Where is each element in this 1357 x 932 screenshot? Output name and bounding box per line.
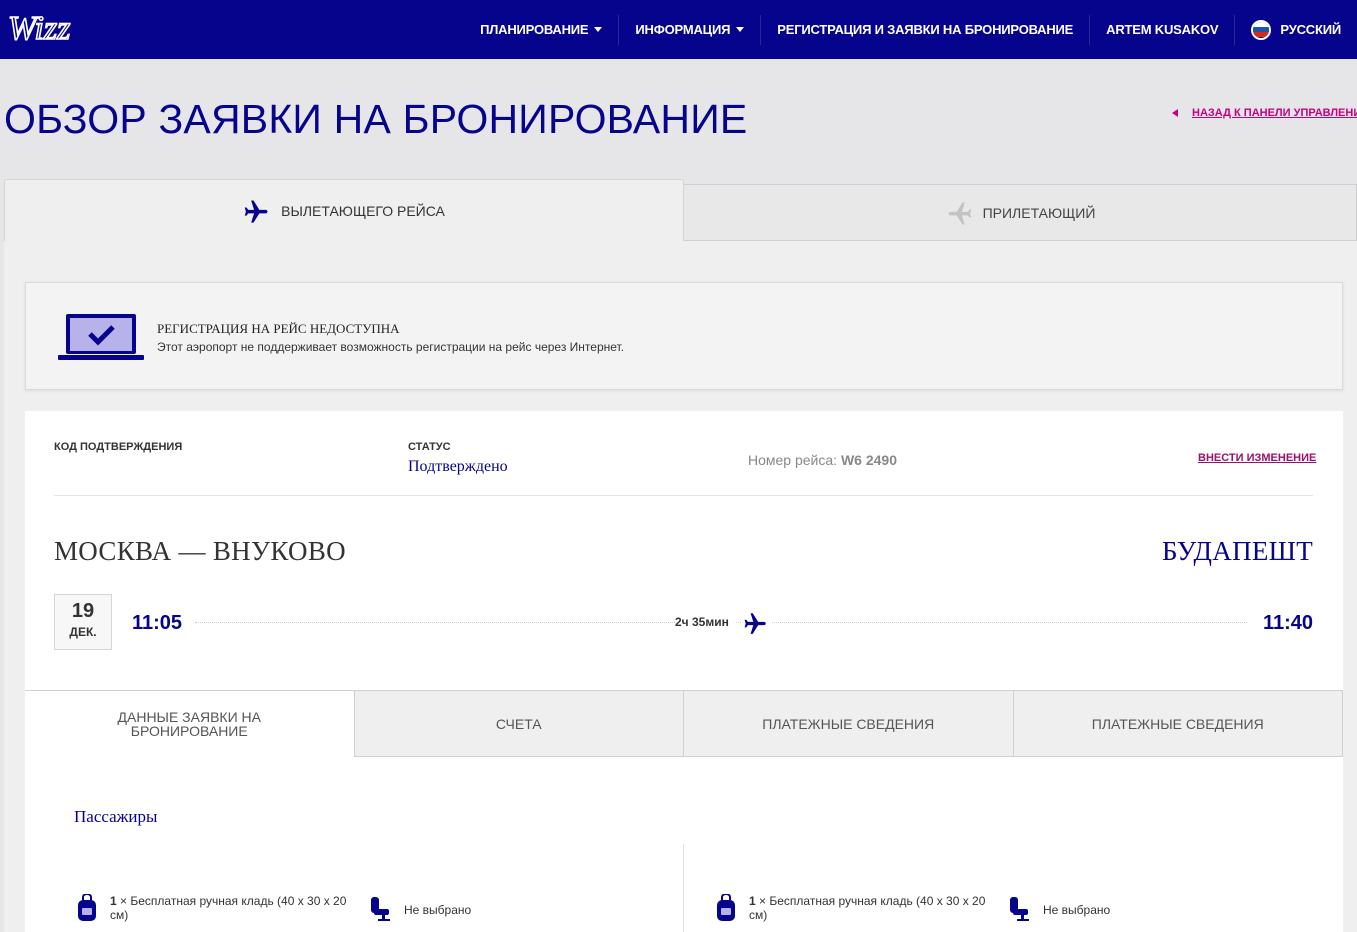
divider [683, 844, 684, 932]
back-link-label: НАЗАД К ПАНЕЛИ УПРАВЛЕНИЯ [1192, 107, 1357, 119]
tab-invoices-label: СЧЕТА [495, 715, 542, 732]
arrival-time: 11:40 [1262, 612, 1313, 634]
status-label: СТАТУС [408, 441, 451, 453]
passenger-services: 1 × Бесплатная ручная кладь (40 x 30 x 2… [715, 894, 1110, 922]
back-to-dashboard-link[interactable]: НАЗАД К ПАНЕЛИ УПРАВЛЕНИЯ [1172, 107, 1357, 119]
passengers-title: Пассажиры [74, 807, 158, 826]
backpack-icon [717, 894, 735, 921]
nav-planning[interactable]: ПЛАНИРОВАНИЕ [464, 14, 620, 45]
nav-planning-label: ПЛАНИРОВАНИЕ [480, 22, 589, 37]
tab-payment-details-2[interactable]: ПЛАТЕЖНЫЕ СВЕДЕНИЯ [1013, 690, 1343, 757]
seat-selection-text: Не выбрано [1043, 903, 1111, 917]
flight-number-value: W6 2490 [840, 452, 897, 468]
language-selector[interactable]: РУССКИЙ [1235, 15, 1357, 45]
wizz-logo[interactable]: Wizz [8, 8, 90, 48]
chevron-left-icon [1172, 109, 1178, 117]
nav-info[interactable]: ИНФОРМАЦИЯ [619, 14, 762, 45]
tab-booking-data[interactable]: ДАННЫЕ ЗАЯВКИ НА БРОНИРОВАНИЕ [25, 690, 355, 757]
notice-title: РЕГИСТРАЦИЯ НА РЕЙС НЕДОСТУПНА [157, 321, 400, 336]
date-day: 19 [71, 600, 95, 622]
cabin-bag-text: 1 × Бесплатная ручная кладь (40 x 30 x 2… [110, 894, 362, 922]
tab-outbound-label: ВЫЛЕТАЮЩЕГО РЕЙСА [281, 202, 445, 219]
flight-number-label: Номер рейса: [748, 452, 838, 468]
nav-checkin-bookings[interactable]: РЕГИСТРАЦИЯ И ЗАЯВКИ НА БРОНИРОВАНИЕ [761, 14, 1091, 45]
notice-text: Этот аэропорт не поддерживает возможност… [157, 340, 625, 354]
tab-invoices[interactable]: СЧЕТА [354, 690, 684, 757]
status-value: Подтверждено [408, 458, 508, 475]
chevron-down-icon [736, 27, 745, 32]
checkin-unavailable-notice: РЕГИСТРАЦИЯ НА РЕЙС НЕДОСТУПНА Этот аэро… [25, 282, 1343, 390]
airplane-icon [741, 610, 771, 636]
russia-flag-icon [1251, 19, 1272, 40]
cabin-bag-text: 1 × Бесплатная ручная кладь (40 x 30 x 2… [749, 894, 1001, 922]
nav-checkin-label: РЕГИСТРАЦИЯ И ЗАЯВКИ НА БРОНИРОВАНИЕ [777, 22, 1074, 37]
bag-description: × Бесплатная ручная кладь (40 x 30 x 20 … [749, 894, 986, 922]
main-nav: ПЛАНИРОВАНИЕ ИНФОРМАЦИЯ РЕГИСТРАЦИЯ И ЗА… [464, 0, 1357, 59]
booking-subtabs: ДАННЫЕ ЗАЯВКИ НА БРОНИРОВАНИЕ СЧЕТА ПЛАТ… [25, 690, 1343, 757]
airplane-icon [948, 202, 971, 225]
chevron-down-icon [594, 27, 603, 32]
booking-details-card: КОД ПОДТВЕРЖДЕНИЯ СТАТУС Подтверждено Но… [25, 411, 1343, 932]
seat-icon [1010, 897, 1029, 921]
flight-duration: 2ч 35мин [675, 615, 735, 629]
user-name: ARTEM KUSAKOV [1106, 22, 1219, 37]
passenger-services: 1 × Бесплатная ручная кладь (40 x 30 x 2… [76, 894, 471, 922]
edit-booking-link[interactable]: ВНЕСТИ ИЗМЕНЕНИЕ [1198, 452, 1316, 464]
confirmation-code-label: КОД ПОДТВЕРЖДЕНИЯ [54, 441, 183, 453]
backpack-icon [78, 894, 96, 921]
departure-time: 11:05 [132, 612, 183, 634]
tab-inbound-label: ПРИЛЕТАЮЩИЙ [982, 204, 1096, 221]
tab-inbound-flight[interactable]: ПРИЛЕТАЮЩИЙ [683, 184, 1357, 241]
flight-number: Номер рейса: W6 2490 [748, 452, 897, 468]
tab-outbound-flight[interactable]: ВЫЛЕТАЮЩЕГО РЕЙСА [4, 179, 684, 241]
tab-payment-details-2-label: ПЛАТЕЖНЫЕ СВЕДЕНИЯ [1091, 715, 1264, 732]
language-label: РУССКИЙ [1280, 22, 1341, 37]
arrival-city: БУДАПЕШТ [1162, 536, 1313, 566]
top-navigation-bar: Wizz ПЛАНИРОВАНИЕ ИНФОРМАЦИЯ РЕГИСТРАЦИЯ… [0, 0, 1357, 59]
seat-selection-text: Не выбрано [404, 903, 472, 917]
date-month: ДЕК. [69, 625, 97, 639]
bag-quantity: 1 [110, 894, 117, 908]
nav-info-label: ИНФОРМАЦИЯ [635, 22, 731, 37]
tab-booking-data-label: ДАННЫЕ ЗАЯВКИ НА БРОНИРОВАНИЕ [117, 709, 261, 739]
flight-date: 19 ДЕК. [54, 594, 112, 650]
bag-description: × Бесплатная ручная кладь (40 x 30 x 20 … [110, 894, 347, 922]
departure-city: МОСКВА — ВНУКОВО [54, 536, 346, 566]
airplane-icon [244, 200, 268, 223]
svg-text:Wizz: Wizz [8, 10, 70, 47]
divider [54, 495, 1313, 496]
nav-user-account[interactable]: ARTEM KUSAKOV [1090, 14, 1236, 45]
bag-quantity: 1 [749, 894, 756, 908]
tab-payment-details[interactable]: ПЛАТЕЖНЫЕ СВЕДЕНИЯ [684, 690, 1014, 757]
tab-payment-details-label: ПЛАТЕЖНЫЕ СВЕДЕНИЯ [762, 715, 935, 732]
page-title: ОБЗОР ЗАЯВКИ НА БРОНИРОВАНИЕ [4, 96, 748, 142]
laptop-check-icon [58, 314, 144, 360]
seat-icon [371, 897, 390, 921]
